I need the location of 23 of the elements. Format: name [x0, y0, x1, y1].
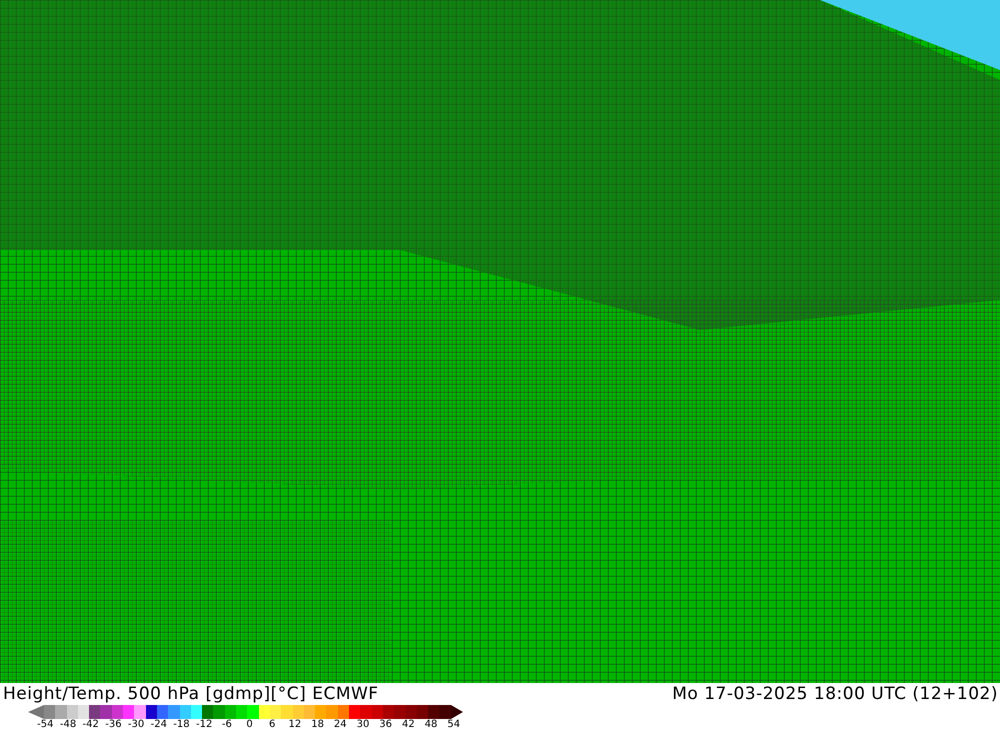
scale-label: -12 [194, 719, 214, 730]
scale-label: -30 [126, 719, 146, 730]
scale-label: -18 [172, 719, 191, 730]
forecast-time: Mo 17-03-2025 18:00 UTC (12+102) [672, 684, 998, 704]
scale-label: 42 [400, 719, 416, 730]
scale-label: 6 [268, 719, 276, 730]
scale-label: 24 [332, 719, 348, 730]
scale-label: 12 [288, 719, 302, 730]
scale-label: -6 [220, 719, 233, 730]
chart-title: Height/Temp. 500 hPa [gdmp][°C] ECMWF [3, 684, 379, 704]
scale-label: -54 [36, 719, 55, 730]
scale-label: 30 [356, 719, 370, 730]
scale-label: -24 [150, 719, 168, 730]
right-arrow-icon [450, 705, 463, 719]
scale-label: 0 [245, 719, 254, 730]
scale-label: 36 [378, 719, 394, 730]
scale-label: 48 [424, 719, 438, 730]
left-arrow-icon [28, 705, 44, 719]
scale-label: 54 [446, 719, 462, 730]
scale-label: -42 [82, 719, 100, 730]
scale-label: -48 [58, 719, 78, 730]
scale-label: 18 [310, 719, 325, 730]
scale-label: -36 [104, 719, 123, 730]
